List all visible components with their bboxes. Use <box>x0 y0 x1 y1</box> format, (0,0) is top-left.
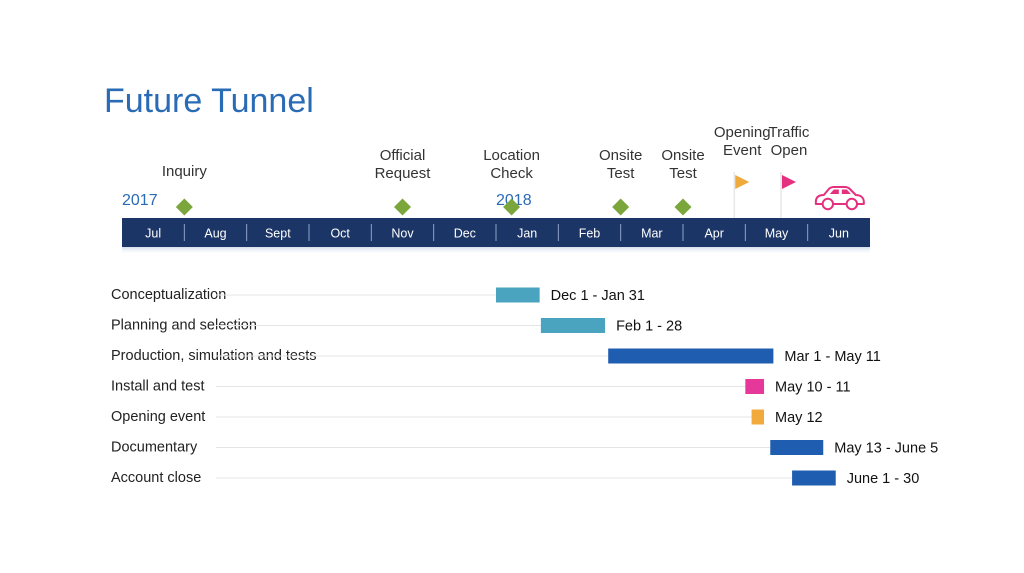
task-row: Production, simulation and tests Mar 1 - … <box>111 348 881 365</box>
month-label: Nov <box>391 227 414 241</box>
task-range-label: May 10 - 11 <box>775 380 851 396</box>
month-label: Jan <box>517 227 537 241</box>
month-label: Apr <box>704 227 723 241</box>
task-bar <box>540 318 606 333</box>
milestone-label: Onsite <box>661 147 704 164</box>
milestone-diamond-icon <box>612 198 630 216</box>
flag-icon <box>781 175 796 189</box>
task-row: Documentary May 13 - June 5 <box>111 440 938 457</box>
task-row: Conceptualization Dec 1 - Jan 31 <box>111 287 645 304</box>
milestone-label: Event <box>723 142 762 159</box>
car-icon <box>814 186 865 211</box>
milestone-diamond-icon <box>394 198 411 216</box>
task-label: Documentary <box>111 440 198 456</box>
month-label: Jun <box>829 227 849 241</box>
task-row: Planning and selection Feb 1 - 28 <box>111 318 682 335</box>
chart-title: Future Tunnel <box>104 82 314 120</box>
task-bar <box>608 348 774 364</box>
month-label: Mar <box>641 227 663 241</box>
flag-icon <box>735 175 750 189</box>
task-row: Install and test May 10 - 11 <box>111 379 851 396</box>
task-range-label: May 13 - June 5 <box>834 441 938 457</box>
task-row: Opening event May 12 <box>111 409 823 426</box>
task-bar <box>751 409 765 425</box>
year-label: 2017 <box>122 192 158 209</box>
month-label: Dec <box>454 227 476 241</box>
milestone: OfficialRequest <box>375 147 432 216</box>
milestone-label: Location <box>483 147 540 164</box>
milestone-diamond-icon <box>175 198 193 216</box>
car-wheel-icon <box>821 197 835 211</box>
task-bar <box>770 440 824 455</box>
timeline-shadow <box>122 247 870 255</box>
milestone-label: Opening <box>714 124 771 141</box>
task-rows: Conceptualization Dec 1 - Jan 31 Planning … <box>111 287 938 487</box>
milestones: Inquiry OfficialRequest LocationCheck Onsit… <box>162 124 810 218</box>
task-row: Account close June 1 - 30 <box>111 470 919 487</box>
task-range-label: May 12 <box>775 410 823 426</box>
milestone-label: Check <box>490 165 533 182</box>
car-icon-group <box>814 186 865 211</box>
task-range-label: Mar 1 - May 11 <box>784 349 880 365</box>
task-range-label: Feb 1 - 28 <box>616 319 682 335</box>
milestone-label: Open <box>771 142 808 159</box>
task-bar <box>496 287 540 303</box>
milestone: OnsiteTest <box>661 147 705 216</box>
task-bar <box>745 379 765 394</box>
milestone-label: Official <box>380 147 426 164</box>
month-label: Jul <box>145 227 161 241</box>
task-bar <box>792 470 836 486</box>
task-range-label: June 1 - 30 <box>847 471 920 487</box>
task-label: Conceptualization <box>111 287 226 303</box>
milestone-label: Onsite <box>599 147 642 164</box>
month-label: May <box>765 227 789 241</box>
milestone-label: Traffic <box>769 124 810 141</box>
month-label: Oct <box>330 227 350 241</box>
milestone: TrafficOpen <box>769 124 810 218</box>
task-label: Opening event <box>111 409 205 425</box>
task-label: Install and test <box>111 379 205 395</box>
milestone: Inquiry <box>162 163 208 216</box>
milestone-label: Test <box>669 165 697 182</box>
task-range-label: Dec 1 - Jan 31 <box>551 288 645 304</box>
milestone: OnsiteTest <box>599 147 642 216</box>
month-label: Sept <box>265 227 291 241</box>
milestone-label: Request <box>375 165 432 182</box>
month-label: Feb <box>579 227 601 241</box>
milestone: OpeningEvent <box>714 124 771 218</box>
milestone-label: Inquiry <box>162 163 208 180</box>
month-label: Aug <box>204 227 226 241</box>
car-wheel-icon <box>845 197 859 211</box>
milestone-diamond-icon <box>674 198 692 216</box>
milestone-label: Test <box>607 165 635 182</box>
timeline-bar: Jul Aug Sept Oct Nov Dec Jan Feb Mar Apr May Jun <box>122 218 870 255</box>
gantt-chart: Future Tunnel 2017 2018 InquiryOfficialRe… <box>104 82 938 487</box>
task-label: Account close <box>111 470 201 486</box>
